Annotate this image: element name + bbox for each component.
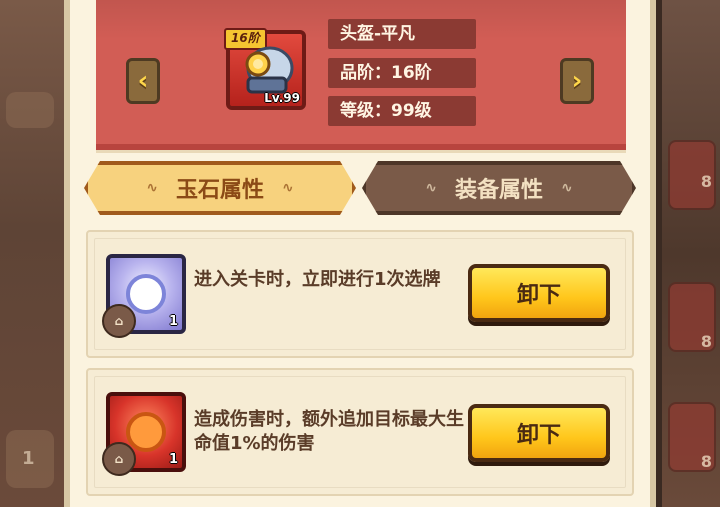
bg-number: 1 [22, 448, 35, 469]
swirl-icon: ∿ [282, 180, 294, 196]
unequip-button[interactable]: 卸下 [468, 264, 610, 322]
gem-quantity: 1 [168, 452, 178, 467]
item-name: 头盔-平凡 [328, 19, 476, 49]
flame-gem-icon [126, 412, 166, 452]
next-item-button[interactable]: › [560, 58, 594, 104]
gem-card: 1 ⌂ 造成伤害时，额外追加目标最大生命值1%的伤害 卸下 [86, 368, 634, 496]
dragon-gem-icon [126, 274, 166, 314]
swirl-icon: ∿ [146, 180, 158, 196]
background-left: 1 [0, 0, 70, 507]
tab-label: 装备属性 [454, 178, 543, 203]
tab-gem-attributes[interactable]: ∿ 玉石属性 ∿ [84, 161, 356, 215]
chevron-right-icon: › [571, 66, 583, 96]
gem-description: 进入关卡时，立即进行1次选牌 [194, 269, 441, 290]
gem-description: 造成伤害时，额外追加目标最大生命值1%的伤害 [194, 409, 464, 454]
tab-equipment-attributes[interactable]: ∿ 装备属性 ∿ [362, 161, 636, 215]
swirl-icon: ∿ [425, 180, 437, 196]
bg-number: 8 [700, 172, 712, 191]
prev-item-button[interactable]: ‹ [126, 58, 160, 104]
level-badge: Lv.99 [264, 91, 300, 105]
tab-label: 玉石属性 [175, 178, 264, 203]
gem-slot[interactable]: 1 ⌂ [102, 392, 186, 476]
gem-type-badge-icon: ⌂ [102, 304, 136, 338]
background-right: 8 8 8 [662, 0, 720, 507]
bg-decoration [6, 92, 54, 128]
gem-card: 1 ⌂ 进入关卡时，立即进行1次选牌 卸下 [86, 230, 634, 358]
gem-slot[interactable]: 1 ⌂ [102, 254, 186, 338]
swirl-icon: ∿ [561, 180, 573, 196]
gem-quantity: 1 [168, 314, 178, 329]
bg-number: 8 [700, 332, 712, 351]
item-grade: 品阶：16阶 [328, 58, 476, 88]
bg-number: 8 [700, 452, 712, 471]
helmet-item-icon: 16阶 Lv.99 [224, 28, 306, 110]
chevron-left-icon: ‹ [137, 66, 149, 96]
unequip-button[interactable]: 卸下 [468, 404, 610, 462]
item-level: 等级：99级 [328, 96, 476, 126]
gem-type-badge-icon: ⌂ [102, 442, 136, 476]
